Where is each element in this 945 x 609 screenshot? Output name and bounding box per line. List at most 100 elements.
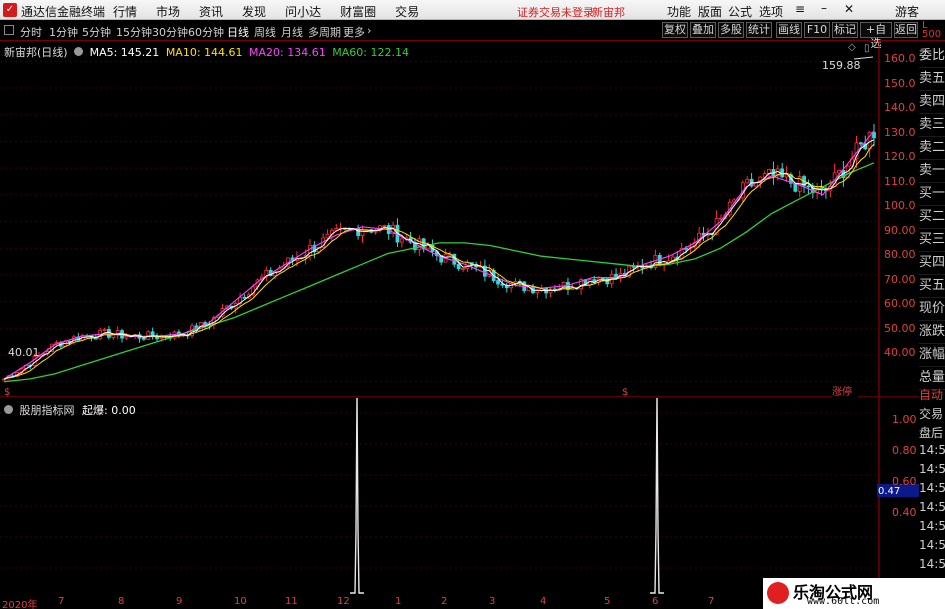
- tab-period-multi[interactable]: 多周期: [308, 24, 341, 40]
- sidebar-lower-label: 14:56: [919, 500, 945, 514]
- x-label: 5: [604, 596, 611, 607]
- candle-body: [806, 185, 811, 188]
- sidebar-label: 买四: [919, 251, 945, 275]
- sidebar-label: 卖一: [919, 159, 945, 183]
- add-watchlist-button[interactable]: +自选: [860, 22, 892, 50]
- x-label: 8: [118, 596, 125, 607]
- tab-period-monthly[interactable]: 月线: [281, 24, 303, 40]
- level-badge: L 500: [922, 20, 942, 40]
- tab-period-60min[interactable]: 60分钟: [188, 24, 224, 40]
- tab-period-more[interactable]: 更多: [343, 24, 365, 40]
- y-tick: 140.0: [884, 101, 916, 114]
- stats-button[interactable]: 统计: [746, 22, 772, 38]
- sidebar-label: 买五: [919, 274, 945, 298]
- candle-body: [872, 132, 876, 139]
- app-title: 通达信金融终端: [21, 5, 106, 19]
- user-label[interactable]: 游客: [895, 3, 919, 20]
- y-tick: 100.0: [884, 199, 916, 212]
- sidebar-label: 涨幅: [919, 343, 945, 367]
- menu-item-trade[interactable]: 交易: [395, 5, 419, 19]
- candle-body: [496, 280, 500, 285]
- sidebar-label: 买三: [919, 228, 945, 252]
- indicator-title[interactable]: 股朋指标网: [20, 404, 75, 417]
- back-button[interactable]: 返回: [894, 22, 918, 38]
- menu-item-wealth[interactable]: 财富圈: [340, 5, 376, 19]
- menu-icon[interactable]: ≡: [795, 2, 805, 16]
- candle-body: [93, 337, 98, 340]
- legend-ma10: MA10: 144.61: [165, 46, 243, 59]
- candle-body: [461, 267, 465, 270]
- indicator-toggle-icon[interactable]: [4, 405, 13, 414]
- adjust-button[interactable]: 复权: [662, 22, 688, 38]
- candle-body: [242, 296, 247, 299]
- candle-body: [745, 178, 750, 184]
- formula-menu[interactable]: 公式: [728, 3, 752, 20]
- tab-period-5min[interactable]: 5分钟: [82, 24, 111, 40]
- candle-body: [141, 337, 146, 340]
- sidebar-label: 卖二: [919, 136, 945, 160]
- candle-body: [399, 238, 404, 243]
- menu-item-market[interactable]: 市场: [156, 5, 180, 19]
- stock-name: 新宙邦: [592, 6, 625, 19]
- sidebar-lower-label: 14:56: [919, 538, 945, 552]
- event-marker-icon[interactable]: $: [622, 387, 628, 397]
- y-tick: 160.0: [884, 52, 916, 65]
- legend-ma20: MA20: 134.61: [249, 46, 326, 59]
- y-tick: 110.0: [884, 175, 916, 188]
- draw-line-button[interactable]: 画线: [776, 22, 802, 38]
- options-menu[interactable]: 选项: [759, 3, 783, 20]
- y-tick: 130.0: [884, 126, 916, 139]
- close-icon[interactable]: ✕: [844, 2, 854, 16]
- indicator-grid: [0, 412, 879, 569]
- multi-stock-button[interactable]: 多股: [718, 22, 744, 38]
- chevron-right-icon[interactable]: ›: [367, 24, 371, 37]
- x-label: 7: [708, 596, 715, 607]
- candlesticks: [2, 123, 876, 381]
- signal-spike: [650, 398, 664, 594]
- menu-item-hq[interactable]: 行情: [113, 5, 137, 19]
- indicator-chart[interactable]: 0.47: [0, 398, 919, 595]
- ma5-line: [3, 139, 875, 380]
- tab-period-15min[interactable]: 15分钟: [116, 24, 152, 40]
- tab-period-1min[interactable]: 1分钟: [49, 24, 78, 40]
- tab-period-fenshi[interactable]: 分时: [20, 24, 42, 40]
- layout-menu[interactable]: 版面: [698, 3, 722, 20]
- sidebar-lower-label: 14:56: [919, 557, 945, 571]
- tab-period-30min[interactable]: 30分钟: [152, 24, 188, 40]
- x-label: 12: [337, 596, 350, 607]
- x-label: 10: [234, 596, 247, 607]
- low-price-label: 40.01: [8, 346, 40, 359]
- sidebar-label: 卖四: [919, 90, 945, 114]
- sidebar-lower-label: 盘后: [919, 426, 944, 440]
- menu-item-news[interactable]: 资讯: [199, 5, 223, 19]
- minimize-icon[interactable]: –: [821, 1, 827, 15]
- candle-body: [456, 263, 461, 270]
- tab-period-daily[interactable]: 日线: [227, 24, 249, 40]
- signal-spike: [350, 398, 364, 594]
- f10-button[interactable]: F10: [804, 22, 830, 38]
- sidebar-label: 卖五: [919, 67, 945, 91]
- overlay-button[interactable]: 叠加: [690, 22, 716, 38]
- y-tick: 90.00: [884, 224, 916, 237]
- kline-chart[interactable]: 159.88 40.01 ◇ ▯ 涨停 $ $: [0, 42, 919, 397]
- menu-item-ask[interactable]: 问小达: [285, 5, 321, 19]
- toolbar-box-icon[interactable]: [4, 25, 14, 35]
- function-menu[interactable]: 功能: [667, 3, 691, 20]
- mark-button[interactable]: 标记: [832, 22, 858, 38]
- sidebar-lower-label: 14:56: [919, 462, 945, 476]
- high-price-label: 159.88: [822, 59, 861, 72]
- tab-period-weekly[interactable]: 周线: [254, 24, 276, 40]
- panel-toggle-icon[interactable]: ▯: [864, 43, 870, 54]
- legend-toggle-icon[interactable]: [74, 47, 84, 56]
- limit-up-label: 涨停: [832, 385, 852, 397]
- login-notice[interactable]: 证券交易未登录: [517, 4, 594, 20]
- y-tick: 70.00: [884, 273, 916, 286]
- title-bar: ✓ 通达信金融终端 行情 市场 资讯 发现 问小达 财富圈 交易 证券交易未登录 新宙邦 功…: [0, 0, 945, 20]
- sidebar-label: 委比: [919, 44, 945, 68]
- indicator-value: 起爆: 0.00: [82, 404, 136, 417]
- candle-body: [382, 225, 387, 227]
- event-marker-icon[interactable]: $: [4, 387, 10, 397]
- diamond-icon[interactable]: ◇: [848, 42, 856, 53]
- menu-item-discover[interactable]: 发现: [242, 5, 266, 19]
- sidebar-lower-label: 14:56: [919, 481, 945, 495]
